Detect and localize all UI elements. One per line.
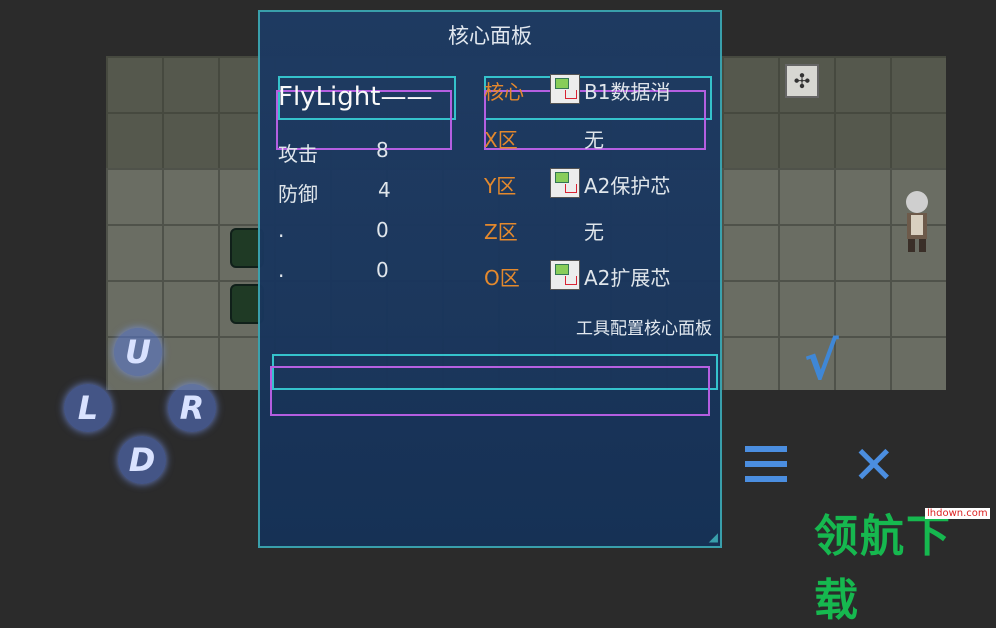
slot-item-z[interactable]: 无	[584, 216, 604, 245]
panel-title: 核心面板	[448, 24, 532, 48]
tool-config-title: 工具配置核心面板	[576, 319, 712, 339]
stat-value-3: 0	[376, 218, 389, 242]
hero-name: FlyLight——	[278, 82, 433, 112]
stat-value-defense: 4	[378, 178, 391, 202]
stat-label-defense: 防御	[278, 182, 318, 206]
menu-icon[interactable]	[745, 444, 787, 484]
stat-label-4: .	[278, 258, 285, 282]
stat-value-4: 0	[376, 258, 389, 282]
tool-slot-frame-alt[interactable]	[270, 366, 710, 416]
dpad-up-button[interactable]: U	[114, 328, 162, 376]
slot-item-x[interactable]: 无	[584, 124, 604, 153]
resize-corner-icon: ◢	[708, 530, 718, 544]
slot-item-o[interactable]: A2扩展芯	[584, 262, 670, 291]
close-icon[interactable]: ✕	[852, 436, 896, 496]
chip-icon[interactable]	[550, 74, 580, 104]
watermark-logo: 领航下载	[814, 511, 952, 626]
watermark-url: lhdown.com	[925, 508, 990, 519]
slot-label-z[interactable]: Z区	[484, 216, 518, 245]
npc-character	[906, 191, 928, 252]
stat-label-attack: 攻击	[278, 142, 318, 166]
slot-item-y[interactable]: A2保护芯	[584, 170, 670, 199]
dpad-right-button[interactable]: R	[168, 384, 216, 432]
dpad-left-button[interactable]: L	[64, 384, 112, 432]
core-panel: 核心面板 FlyLight—— 攻击 8 防御 4 . 0 . 0 核心 B1数…	[258, 10, 722, 548]
stat-label-3: .	[278, 218, 285, 242]
stat-value-attack: 8	[376, 138, 389, 162]
slot-item-core[interactable]: B1数据消	[584, 76, 670, 105]
fan-icon: ✣	[785, 64, 819, 98]
chip-icon[interactable]	[550, 260, 580, 290]
slot-label-core[interactable]: 核心	[484, 76, 524, 105]
chip-icon[interactable]	[550, 168, 580, 198]
slot-label-x[interactable]: X区	[484, 124, 518, 153]
slot-label-y[interactable]: Y区	[484, 170, 516, 199]
dpad-down-button[interactable]: D	[118, 436, 166, 484]
slot-label-o[interactable]: O区	[484, 262, 520, 291]
confirm-check-icon[interactable]: √	[804, 332, 839, 392]
